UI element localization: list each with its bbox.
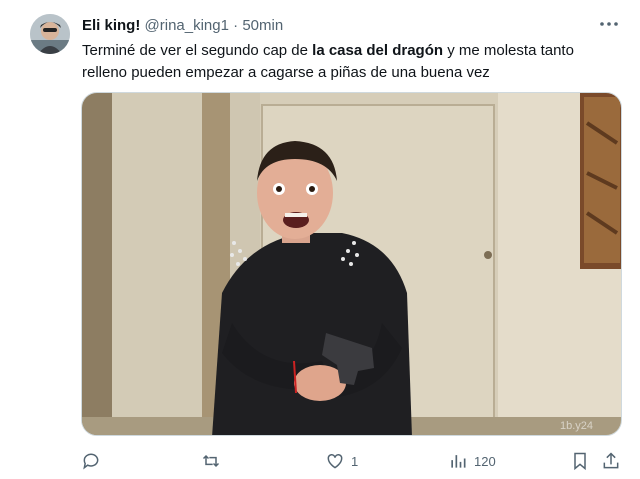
avatar[interactable]: [30, 14, 70, 54]
avatar-image: [30, 14, 70, 54]
reply-button[interactable]: [81, 449, 101, 473]
tweet-text-before: Terminé de ver el segundo cap de: [82, 42, 313, 59]
timestamp[interactable]: 50min: [242, 17, 283, 34]
tweet-actions: 1 120: [81, 449, 622, 473]
heart-icon: [327, 453, 343, 469]
media-image: 1b.y24: [82, 93, 621, 435]
share-icon: [603, 452, 619, 469]
retweet-icon: [202, 454, 220, 468]
reply-icon: [83, 453, 99, 470]
more-options-button[interactable]: [598, 14, 620, 34]
separator-dot: ·: [233, 17, 239, 34]
bookmark-icon: [574, 452, 586, 471]
views-icon: [451, 455, 466, 468]
tweet-text: Terminé de ver el segundo cap de la casa…: [82, 40, 622, 84]
tweet-card[interactable]: Eli king! @rina_king1 · 50min Terminé de…: [0, 0, 640, 479]
author-handle[interactable]: @rina_king1: [145, 17, 229, 34]
like-count: 1: [351, 453, 359, 469]
share-button[interactable]: [601, 449, 621, 473]
watermark-text: 1b.y24: [560, 420, 593, 432]
views-button[interactable]: 120: [448, 449, 496, 473]
retweet-button[interactable]: [201, 449, 221, 473]
author-name[interactable]: Eli king!: [82, 17, 140, 34]
tweet-text-bold: la casa del dragón: [312, 42, 444, 59]
bookmark-button[interactable]: [570, 449, 590, 473]
like-button[interactable]: 1: [325, 449, 358, 473]
tweet-media[interactable]: 1b.y24: [81, 92, 622, 436]
more-icon: [600, 22, 618, 26]
views-count: 120: [474, 453, 496, 469]
tweet-header: Eli king! @rina_king1 · 50min: [82, 17, 283, 35]
